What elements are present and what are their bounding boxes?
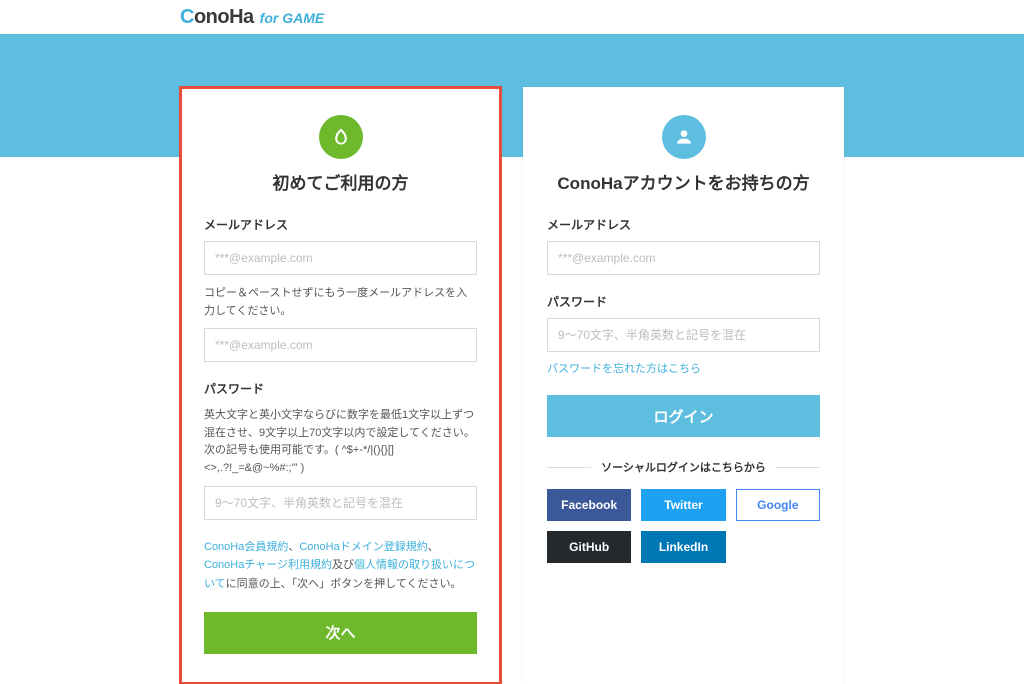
existinguser-icon: [662, 115, 706, 159]
social-login-heading: ソーシャルログインはこちらから: [547, 459, 820, 475]
social-twitter-button[interactable]: Twitter: [641, 489, 725, 521]
social-login-grid: Facebook Twitter Google GitHub LinkedIn: [547, 489, 820, 563]
login-title: ConoHaアカウントをお持ちの方: [547, 169, 820, 194]
terms-link-domain[interactable]: ConoHaドメイン登録規約: [299, 541, 427, 553]
signup-email-input[interactable]: [204, 241, 477, 275]
social-facebook-button[interactable]: Facebook: [547, 489, 631, 521]
login-email-input[interactable]: [547, 241, 820, 275]
terms-link-charge[interactable]: ConoHaチャージ利用規約: [204, 559, 332, 571]
signup-email-confirm-input[interactable]: [204, 328, 477, 362]
signup-title: 初めてご利用の方: [204, 169, 477, 194]
brand-name: ConoHa: [180, 6, 254, 29]
header-bar: ConoHa for GAME: [0, 0, 1024, 34]
terms-link-member[interactable]: ConoHa会員規約: [204, 541, 288, 553]
signup-password-hint: 英大文字と英小文字ならびに数字を最低1文字以上ずつ混在させ、9文字以上70文字以…: [204, 407, 477, 477]
terms-paragraph: ConoHa会員規約、ConoHaドメイン登録規約、ConoHaチャージ利用規約…: [204, 538, 477, 594]
login-password-input[interactable]: [547, 318, 820, 352]
newuser-icon: [319, 115, 363, 159]
signup-password-input[interactable]: [204, 486, 477, 520]
social-github-button[interactable]: GitHub: [547, 531, 631, 563]
signup-email-confirm-hint: コピー＆ペーストせずにもう一度メールアドレスを入力してください。: [204, 285, 477, 320]
signup-email-label: メールアドレス: [204, 216, 477, 233]
social-google-button[interactable]: Google: [736, 489, 820, 521]
login-card: ConoHaアカウントをお持ちの方 メールアドレス パスワード パスワードを忘れ…: [523, 87, 844, 684]
brand-logo: ConoHa for GAME: [180, 6, 324, 29]
brand-suffix: for GAME: [260, 10, 325, 26]
signup-card: 初めてご利用の方 メールアドレス コピー＆ペーストせずにもう一度メールアドレスを…: [180, 87, 501, 684]
social-linkedin-button[interactable]: LinkedIn: [641, 531, 725, 563]
leaf-icon: [331, 127, 351, 147]
person-icon: [674, 127, 694, 147]
login-password-label: パスワード: [547, 293, 820, 310]
login-email-label: メールアドレス: [547, 216, 820, 233]
forgot-password-link[interactable]: パスワードを忘れた方はこちら: [547, 360, 701, 376]
login-button[interactable]: ログイン: [547, 395, 820, 437]
signup-password-label: パスワード: [204, 380, 477, 397]
next-button[interactable]: 次へ: [204, 612, 477, 654]
